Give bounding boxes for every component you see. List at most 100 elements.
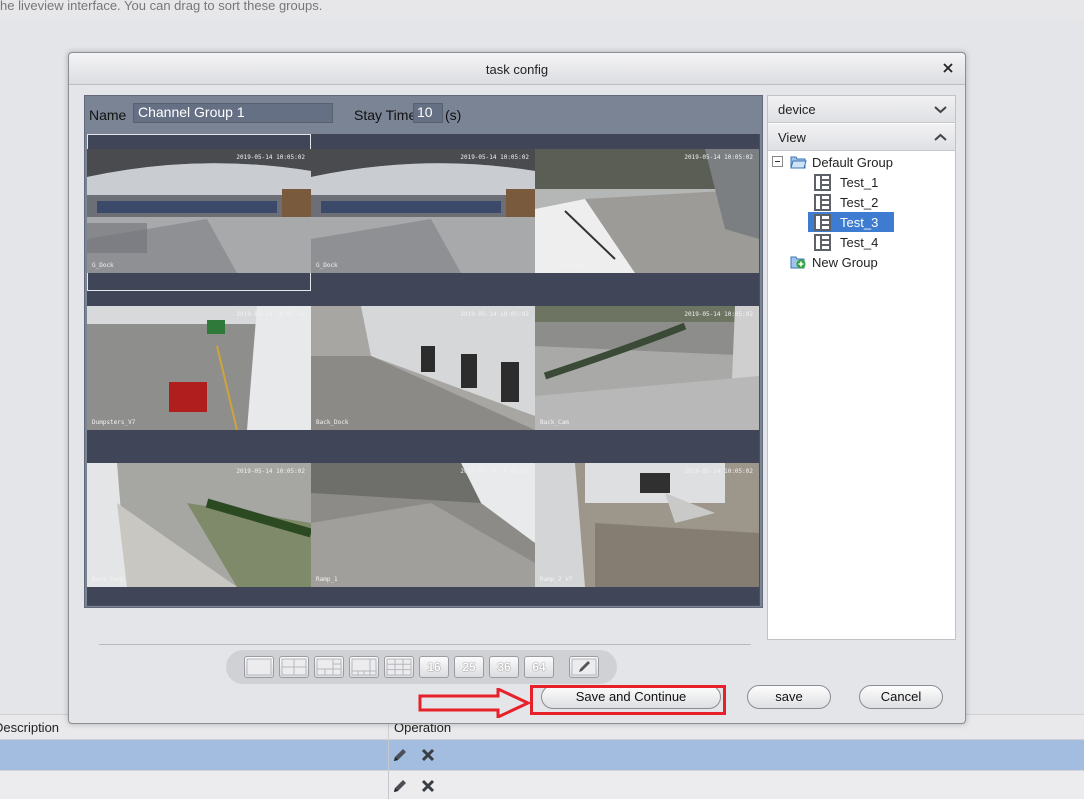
background-table: Description Operation [0, 714, 1084, 799]
view-layout-icon [814, 233, 831, 251]
layout-6-button[interactable] [314, 656, 344, 678]
layout-16-button[interactable]: 16 [419, 656, 449, 678]
camera-name: G_Dock [316, 262, 338, 269]
layout-1-button[interactable] [244, 656, 274, 678]
layout-25-label: 25 [462, 660, 476, 674]
group-settings: Name Channel Group 1 Stay Time 10 (s) [85, 96, 762, 132]
delete-icon[interactable] [420, 778, 436, 794]
view-layout-icon [814, 213, 831, 231]
camera-name: Back_Dock [316, 419, 349, 426]
layout-toolbar: 16 25 36 64 [226, 650, 617, 684]
camera-grid: 2019-05-14 10:05:02 G_Dock 2019-05-14 10… [87, 134, 760, 606]
edit-icon[interactable] [392, 747, 408, 763]
camera-feed [535, 149, 759, 273]
column-description: Description [0, 720, 60, 735]
camera-timestamp: 2019-05-14 10:05:02 [236, 154, 305, 161]
layout-8-icon [351, 658, 377, 676]
layout-4-icon [281, 658, 307, 676]
layout-4-button[interactable] [279, 656, 309, 678]
layout-36-button[interactable]: 36 [489, 656, 519, 678]
name-label: Name [89, 107, 127, 123]
tree-item-test-2[interactable]: Test_2 [814, 192, 878, 212]
video-preview-area: Name Channel Group 1 Stay Time 10 (s) 20… [84, 95, 763, 608]
camera-cell[interactable]: 2019-05-14 10:05:02 E_G_Intercom_V7 [535, 134, 759, 291]
tree-group-default[interactable]: Default Group [790, 152, 893, 172]
camera-timestamp: 2019-05-14 10:05:02 [460, 311, 529, 318]
camera-cell[interactable]: 2019-05-14 10:05:02 G_Dock [311, 134, 535, 291]
chevron-down-icon [934, 106, 947, 114]
camera-feed [87, 306, 311, 430]
device-label: device [778, 102, 816, 117]
camera-feed [311, 149, 535, 273]
tree-item-label: Test_2 [840, 194, 879, 210]
camera-timestamp: 2019-05-14 10:05:02 [236, 311, 305, 318]
table-row[interactable] [0, 770, 1084, 799]
pencil-icon [571, 658, 597, 676]
chevron-up-icon [934, 133, 947, 141]
camera-timestamp: 2019-05-14 10:05:02 [460, 154, 529, 161]
tree-group-label: Default Group [812, 154, 893, 170]
layout-8-button[interactable] [349, 656, 379, 678]
camera-name: Ramp_1 [316, 576, 338, 583]
camera-name: Back_Ramp [92, 576, 125, 583]
dialog-title: task config [69, 53, 965, 85]
camera-cell[interactable]: 2019-05-14 10:05:02 Back_Cam [535, 291, 759, 448]
layout-9-button[interactable] [384, 656, 414, 678]
stay-time-unit: (s) [445, 107, 462, 123]
tree-item-label: Test_4 [840, 234, 879, 250]
camera-cell[interactable]: 2019-05-14 10:05:02 Ramp_2_V7 [535, 448, 759, 605]
camera-feed [87, 463, 311, 587]
camera-name: E_G_Intercom_V7 [540, 262, 595, 269]
delete-icon[interactable] [420, 747, 436, 763]
view-label: View [778, 130, 806, 145]
camera-timestamp: 2019-05-14 10:05:02 [684, 154, 753, 161]
custom-layout-button[interactable] [569, 656, 599, 678]
collapse-toggle[interactable] [772, 156, 783, 167]
tree-item-test-4[interactable]: Test_4 [814, 232, 878, 252]
close-icon[interactable] [941, 61, 955, 75]
camera-name: Dumpsters_V7 [92, 419, 136, 426]
view-accordion[interactable]: View [768, 124, 955, 151]
folder-open-icon [790, 156, 807, 169]
save-button[interactable]: save [747, 685, 831, 709]
stay-time-input[interactable]: 10 [413, 103, 443, 123]
tree-item-test-1[interactable]: Test_1 [814, 172, 878, 192]
table-row[interactable] [0, 740, 1084, 770]
layout-1-icon [246, 658, 272, 676]
camera-timestamp: 2019-05-14 10:05:02 [684, 468, 753, 475]
annotation-arrow-icon [418, 688, 532, 718]
view-layout-icon [814, 193, 831, 211]
tree-new-group-label: New Group [812, 254, 878, 270]
edit-icon[interactable] [392, 778, 408, 794]
background-hint: he liveview interface. You can drag to s… [0, 0, 1084, 19]
camera-cell[interactable]: 2019-05-14 10:05:02 Ramp_1 [311, 448, 535, 605]
layout-36-label: 36 [497, 660, 511, 674]
layout-25-button[interactable]: 25 [454, 656, 484, 678]
camera-timestamp: 2019-05-14 10:05:02 [684, 311, 753, 318]
camera-feed [311, 306, 535, 430]
layout-6-icon [316, 658, 342, 676]
add-folder-icon [790, 256, 806, 269]
camera-feed [311, 463, 535, 587]
camera-cell[interactable]: 2019-05-14 10:05:02 Back_Ramp [87, 448, 311, 605]
device-accordion[interactable]: device [768, 96, 955, 123]
camera-feed [535, 306, 759, 430]
tree-item-label: Test_1 [840, 174, 879, 190]
camera-cell[interactable]: 2019-05-14 10:05:02 Back_Dock [311, 291, 535, 448]
cancel-button[interactable]: Cancel [859, 685, 943, 709]
camera-name: G_Dock [92, 262, 114, 269]
tree-item-test-3[interactable]: Test_3 [808, 212, 894, 232]
stay-time-label: Stay Time [354, 107, 417, 123]
camera-feed [87, 149, 311, 273]
view-layout-icon [814, 173, 831, 191]
group-name-input[interactable]: Channel Group 1 [133, 103, 333, 123]
camera-name: Back_Cam [540, 419, 569, 426]
layout-9-icon [386, 658, 412, 676]
tree-new-group[interactable]: New Group [790, 252, 878, 272]
camera-cell[interactable]: 2019-05-14 10:05:02 Dumpsters_V7 [87, 291, 311, 448]
camera-feed [535, 463, 759, 587]
camera-cell[interactable]: 2019-05-14 10:05:02 G_Dock [87, 134, 311, 291]
layout-64-label: 64 [532, 660, 546, 674]
layout-64-button[interactable]: 64 [524, 656, 554, 678]
resource-panel: device View Default Group Test_1 Test_2 [767, 95, 956, 640]
